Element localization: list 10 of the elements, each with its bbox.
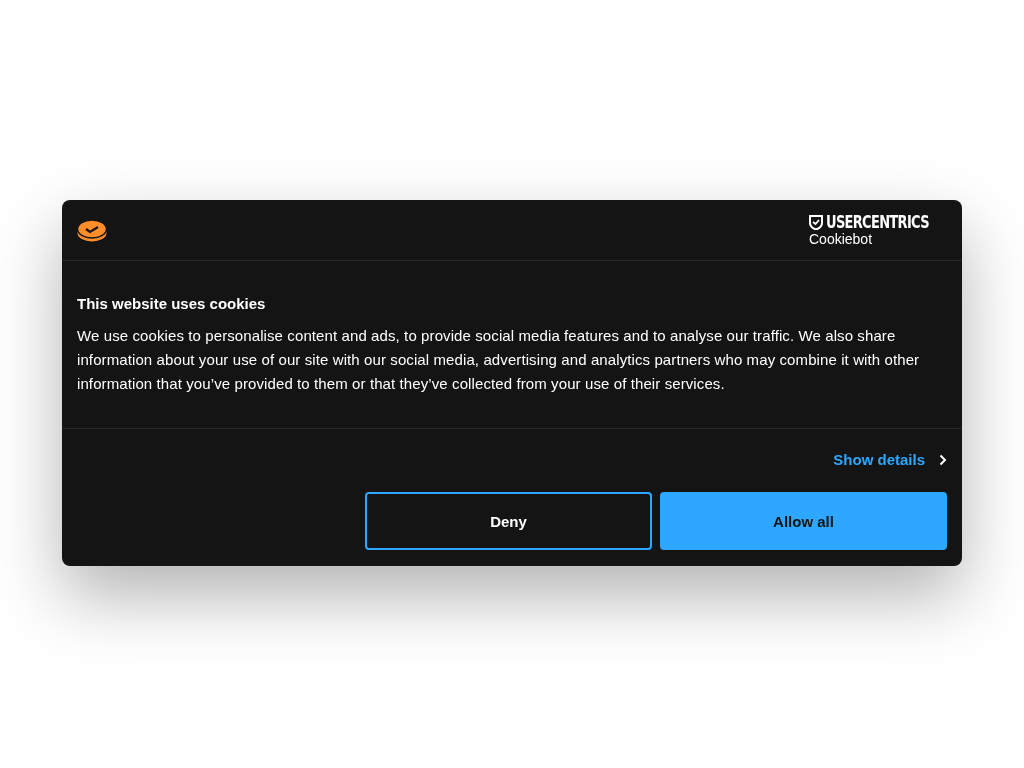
cookie-description: We use cookies to personalise content and ads, to provide social media features and to analyse our traffic. We also share information about your use of our site with our social media, advertising and analytics partners who may combine it with other information that you’ve provided to them or that they’ve collected from your use of their services. bbox=[77, 326, 921, 394]
cookie-logo-icon bbox=[77, 218, 107, 242]
deny-button[interactable]: Deny bbox=[365, 492, 652, 550]
chevron-right-icon bbox=[939, 453, 947, 466]
dialog-title: This website uses cookies bbox=[77, 295, 267, 312]
brand-name: USERCENTRICS bbox=[826, 214, 929, 231]
show-details-link[interactable]: Show details bbox=[833, 451, 947, 468]
shield-icon bbox=[809, 215, 823, 230]
product-name: Cookiebot bbox=[809, 232, 874, 246]
allow-button[interactable]: Allow all bbox=[660, 492, 947, 550]
